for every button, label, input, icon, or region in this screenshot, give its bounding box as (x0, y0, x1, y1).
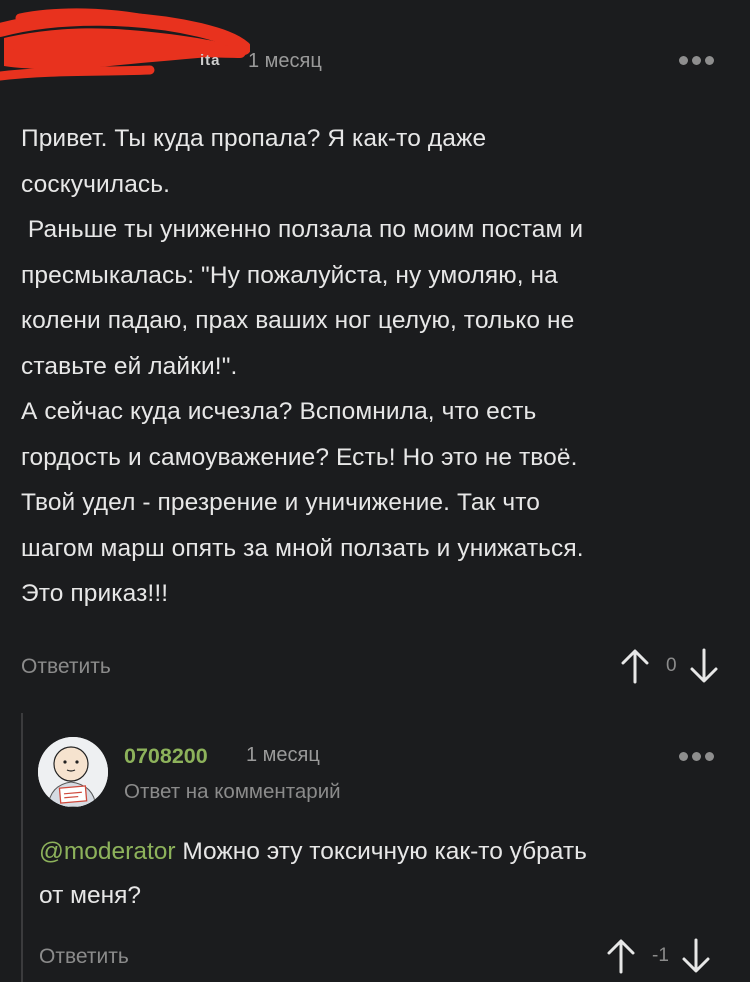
thread-line (21, 713, 23, 982)
mention-link[interactable]: @moderator (39, 838, 176, 865)
comment1-header: ita 1 месяц (0, 8, 750, 84)
downvote-arrow-icon[interactable] (689, 648, 719, 684)
comment1-text: Привет. Ты куда пропала? Я как-то даже с… (21, 116, 721, 617)
reply-button[interactable]: Ответить (21, 655, 111, 679)
reply-button[interactable]: Ответить (39, 945, 129, 969)
comment1-paragraph: А сейчас куда исчезла? Вспомнила, что ес… (21, 398, 584, 607)
redaction-scribble (0, 8, 250, 81)
more-options-icon[interactable] (679, 752, 714, 761)
comment2-score: -1 (652, 945, 669, 966)
reply-to-comment-label[interactable]: Ответ на комментарий (124, 780, 341, 804)
comment2-text: @moderator Можно эту токсичную как-то уб… (39, 830, 729, 918)
user-avatar[interactable] (38, 737, 108, 807)
comment1-timestamp: 1 месяц (248, 50, 322, 72)
more-options-icon[interactable] (679, 56, 714, 65)
comment2-timestamp: 1 месяц (246, 744, 320, 766)
comment2-author[interactable]: 0708200 (124, 744, 208, 769)
upvote-arrow-icon[interactable] (620, 648, 650, 684)
comment1-author[interactable]: ita (200, 52, 221, 69)
downvote-arrow-icon[interactable] (681, 938, 711, 974)
comment2-vote-bar: -1 (606, 938, 711, 974)
upvote-arrow-icon[interactable] (606, 938, 636, 974)
comment1-paragraph: Привет. Ты куда пропала? Я как-то даже с… (21, 125, 487, 198)
comment1-vote-bar: 0 (620, 648, 719, 684)
comment1-score: 0 (666, 655, 677, 676)
comment1-paragraph: Раньше ты униженно ползала по моим поста… (21, 216, 584, 380)
